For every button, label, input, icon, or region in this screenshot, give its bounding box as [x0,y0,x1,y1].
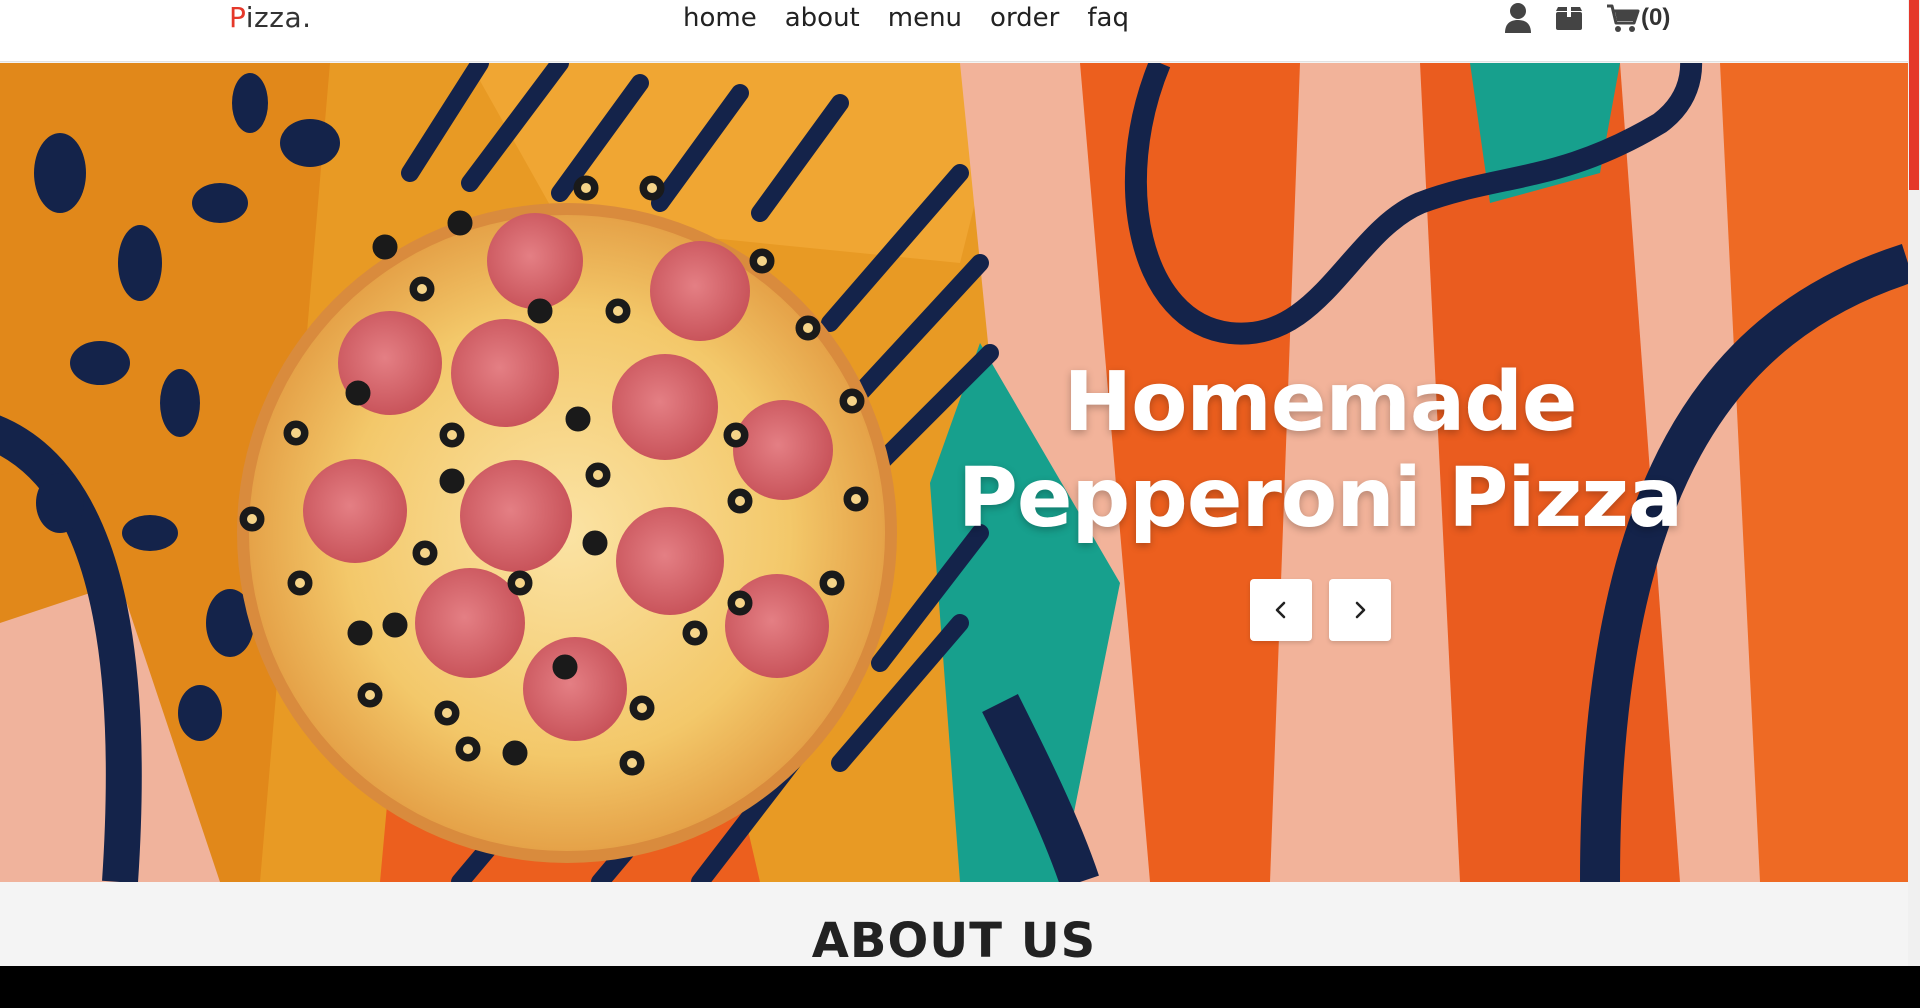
header: Pizza. home about menu order faq (0) [0,0,1908,62]
main-nav: home about menu order faq [683,0,1129,36]
nav-menu[interactable]: menu [888,0,962,36]
nav-about[interactable]: about [785,0,860,36]
box-icon[interactable] [1554,4,1584,32]
screen-bottom-bar [0,966,1920,1008]
cart-count: (0) [1641,4,1671,31]
prev-slide-button[interactable] [1250,579,1312,641]
nav-order[interactable]: order [990,0,1059,36]
hero-slider: Homemade Pepperoni Pizza [0,63,1908,882]
header-icons: (0) [1504,0,1670,36]
cart-button[interactable]: (0) [1606,3,1670,33]
scrollbar-thumb[interactable] [1909,0,1919,190]
hero-title-line2: Pepperoni Pizza [957,451,1684,546]
page-scrollbar[interactable] [1908,0,1920,966]
page: Pizza. home about menu order faq (0) Hom… [0,0,1908,966]
cart-icon [1607,4,1640,32]
about-section-title: ABOUT US [811,913,1097,966]
hero-title-line1: Homemade [1063,355,1577,450]
chevron-right-icon [1355,601,1366,619]
chevron-left-icon [1275,601,1286,619]
nav-faq[interactable]: faq [1087,0,1129,36]
user-icon[interactable] [1504,2,1532,34]
logo[interactable]: Pizza. [229,0,312,36]
nav-home[interactable]: home [683,0,757,36]
slider-controls [1250,579,1391,641]
hero-title: Homemade Pepperoni Pizza [920,355,1720,547]
next-slide-button[interactable] [1329,579,1391,641]
